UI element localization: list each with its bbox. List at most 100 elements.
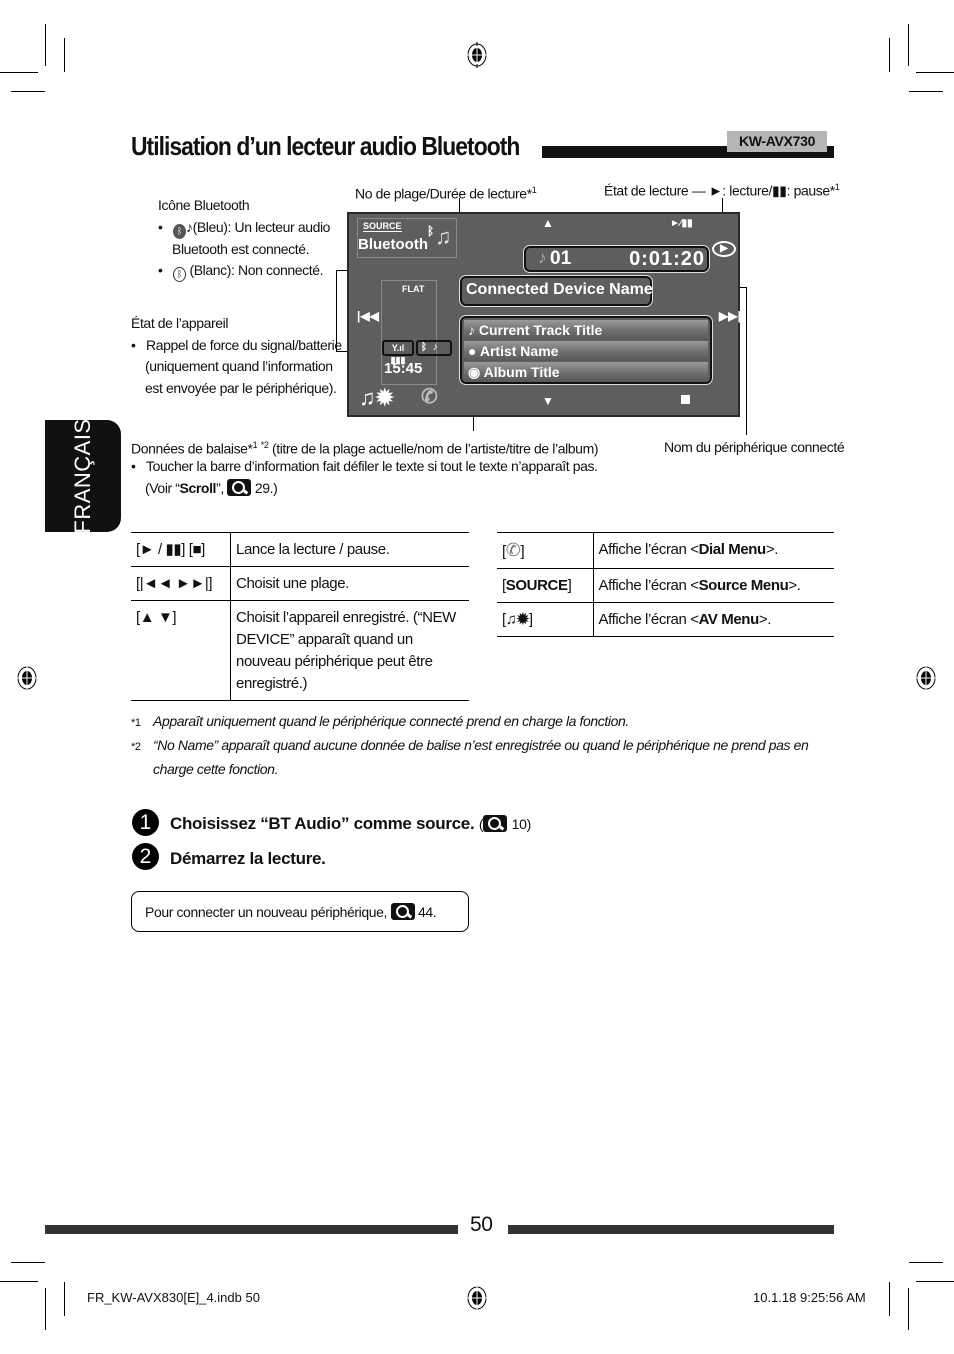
crop-mark [45, 1288, 46, 1330]
bluetooth-icon: ᛒ [427, 224, 435, 238]
table-key: [SOURCE] [497, 568, 594, 603]
device-name-box: Connected Device Name [459, 275, 653, 307]
table-desc: Choisit une plage. [230, 566, 469, 601]
table-row: [SOURCE] Affiche l’écran <Source Menu>. [497, 568, 834, 603]
connected-device-name: Connected Device Name [466, 281, 653, 298]
down-arrow-button[interactable]: ▼ [542, 394, 554, 408]
table-row: [✆] Affiche l’écran <Dial Menu>. [497, 532, 834, 569]
crop-mark [11, 91, 45, 92]
callout-device-name: Nom du périphérique connecté [664, 439, 845, 455]
footer-rule [508, 1225, 834, 1234]
table-key: [▲ ▼] [131, 600, 232, 701]
music-note-icon: ♪ [185, 219, 193, 235]
note-box: Pour connecter un nouveau périphérique, … [131, 891, 469, 932]
table-key: [♫✹] [497, 602, 594, 637]
table-key: [► / ▮▮] [■] [131, 532, 232, 567]
crop-mark [909, 91, 943, 92]
registration-mark-icon [466, 42, 488, 68]
controls-table-right: [✆] Affiche l’écran <Dial Menu>. [SOURCE]… [497, 532, 834, 637]
play-pause-button[interactable]: ►⁄▮▮ [670, 218, 693, 229]
table-row: [► / ▮▮] [■] Lance la lecture / pause. [131, 532, 469, 567]
slug-date: 10.1.18 9:25:56 AM [753, 1290, 866, 1305]
table-desc: Affiche l’écran <Source Menu>. [593, 568, 834, 603]
step-number: 1 [132, 809, 159, 836]
reference-icon [390, 903, 415, 920]
page-title: Utilisation d’un lecteur audio Bluetooth [131, 131, 520, 161]
crop-mark [0, 72, 38, 73]
crop-mark [64, 1282, 65, 1316]
slug-file: FR_KW-AVX830[E]_4.indb 50 [87, 1290, 260, 1305]
registration-mark-icon [466, 1285, 488, 1311]
track-time-box: ♪ 01 0:01:20 [523, 245, 710, 273]
next-track-button[interactable]: ▶▶| [719, 309, 741, 323]
crop-mark [916, 72, 954, 73]
reference-icon [483, 815, 508, 832]
registration-mark-icon [915, 665, 937, 691]
eq-mode: FLAT [402, 284, 425, 294]
callout-device-state-2: (uniquement quand l’information [145, 358, 333, 374]
track-note-icon: ♪ [538, 248, 547, 267]
signal-battery-icon: Y.ıl ▮▮▮ [382, 340, 414, 365]
crop-mark [11, 1262, 45, 1263]
phone-icon: ✆ [505, 540, 521, 560]
callout-device-state-title: État de l’appareil [131, 315, 229, 331]
table-desc: Lance la lecture / pause. [230, 532, 469, 567]
crop-mark [889, 38, 890, 72]
model-badge: KW-AVX730 [727, 131, 827, 152]
dial-menu-button[interactable]: ✆ [421, 384, 438, 409]
callout-bt-icon-blue: • ᛒ ♪(Bleu): Un lecteur audio [158, 217, 330, 239]
language-tab: FRANÇAIS [45, 418, 121, 534]
table-desc: Choisit l’appareil enregistré. (“NEW DEV… [230, 600, 469, 701]
table-row: [▲ ▼] Choisit l’appareil enregistré. (“NE… [131, 600, 469, 701]
step-2: Démarrez la lecture. [170, 849, 326, 868]
callout-bt-icon-white: • ᛒ (Blanc): Non connecté. [158, 260, 323, 282]
source-name: Bluetooth [358, 236, 428, 253]
callout-device-state-3: est envoyée par le périphérique). [145, 380, 337, 396]
callout-tag-see: (Voir “Scroll”, 29.) [145, 479, 278, 496]
language-tab-label: FRANÇAIS [70, 418, 95, 534]
source-label: SOURCE [363, 221, 402, 232]
bt-connection-icon: ᛒ ♪ [416, 340, 452, 356]
info-bar[interactable]: ♪ Current Track Title ● Artist Name ◉ Al… [459, 315, 713, 385]
info-row-track: ♪ Current Track Title [464, 320, 708, 340]
av-menu-icon: ♫✹ [505, 611, 529, 628]
step-number: 2 [132, 843, 159, 870]
reference-icon [227, 479, 252, 496]
crop-mark [45, 24, 46, 66]
crop-mark [64, 38, 65, 72]
device-screen: SOURCE Bluetooth ᛒ ♫ ▲ ►⁄▮▮ ▶ ♪ 01 0:01:… [347, 212, 741, 417]
callout-track-time: No de plage/Durée de lecture*1 [355, 185, 537, 202]
callout-bt-icon-title: Icône Bluetooth [158, 197, 250, 213]
av-menu-button[interactable]: ♫✹ [359, 385, 394, 411]
footer-rule [45, 1225, 458, 1234]
crop-mark [916, 1281, 954, 1282]
step-1: Choisissez “BT Audio” comme source. ( 10… [170, 814, 531, 833]
bluetooth-icon: ᛒ [172, 224, 186, 239]
bluetooth-outline-icon: ᛒ [172, 267, 186, 282]
info-row-album: ◉ Album Title [464, 362, 708, 382]
track-number: 01 [550, 248, 572, 269]
crop-mark [908, 24, 909, 66]
registration-mark-icon [16, 665, 38, 691]
footnote-2: *2 “No Name” apparaît quand aucune donnée… [131, 737, 809, 753]
callout-bt-icon-blue-2: Bluetooth est connecté. [172, 241, 310, 257]
info-row-artist: ● Artist Name [464, 341, 708, 361]
artist-icon: ● [468, 343, 477, 359]
table-key: [|◄◄ ►►|] [131, 566, 232, 601]
table-row: [♫✹] Affiche l’écran <AV Menu>. [497, 602, 834, 637]
table-row: [|◄◄ ►►|] Choisit une plage. [131, 566, 469, 601]
crop-mark [889, 1282, 890, 1316]
table-desc: Affiche l’écran <AV Menu>. [593, 602, 834, 637]
footnote-1: *1 Apparaît uniquement quand le périphéri… [131, 713, 629, 729]
stop-button[interactable] [681, 395, 690, 404]
previous-track-button[interactable]: |◀◀ [357, 309, 379, 323]
crop-mark [909, 1262, 943, 1263]
elapsed-time: 0:01:20 [629, 248, 705, 270]
table-desc: Affiche l’écran <Dial Menu>. [593, 532, 834, 569]
leader-line [746, 287, 747, 435]
callout-device-state-1: • Rappel de force du signal/batterie [131, 337, 342, 353]
album-icon: ◉ [468, 364, 481, 380]
up-arrow-button[interactable]: ▲ [542, 216, 554, 230]
leader-line [336, 270, 337, 352]
footnote-2-cont: charge cette fonction. [153, 761, 279, 777]
